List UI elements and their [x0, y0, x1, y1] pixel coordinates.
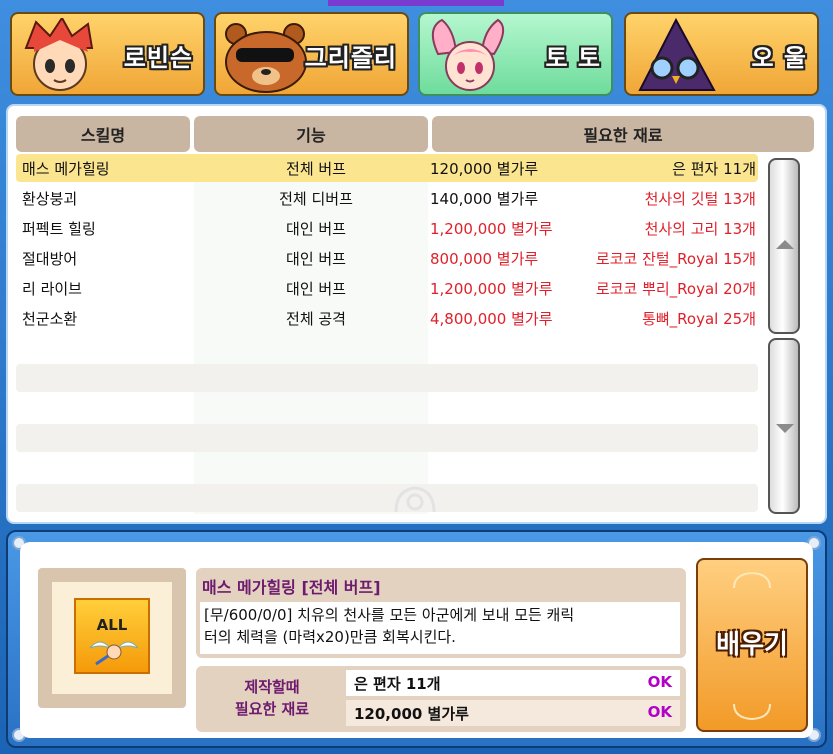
table-row[interactable]: 환상붕괴 전체 디버프 140,000 별가루 천사의 깃털 13개 [16, 184, 758, 212]
tab-toto[interactable]: 토 토 [418, 12, 613, 96]
toto-portrait-icon [431, 18, 505, 91]
tab-label: 토 토 [545, 44, 601, 72]
arrow-up-icon [776, 240, 794, 249]
ornament-icon [394, 486, 436, 513]
empty-row [16, 364, 758, 392]
learn-button[interactable]: 배우기 [696, 558, 808, 732]
requirement-row: 은 편자 11개 OK [346, 670, 680, 696]
skill-cost: 140,000 별가루 [430, 190, 539, 208]
skill-cost: 4,800,000 별가루 [430, 310, 553, 328]
skill-name: 천군소환 [22, 310, 78, 328]
table-row[interactable]: 천군소환 전체 공격 4,800,000 별가루 통뼈_Royal 25개 [16, 304, 758, 332]
skill-material: 로코코 잔털_Royal 15개 [595, 250, 756, 268]
skill-function: 대인 버프 [286, 220, 346, 238]
skill-icon-frame: ALL [38, 568, 186, 708]
requirement-name: 은 편자 11개 [354, 675, 441, 693]
owl-portrait-icon [638, 18, 716, 91]
skill-material: 천사의 고리 13개 [644, 220, 756, 238]
learn-button-label: 배우기 [716, 630, 788, 660]
tab-robinson[interactable]: 로빈슨 [10, 12, 205, 96]
table-row[interactable]: 퍼펙트 힐링 대인 버프 1,200,000 별가루 천사의 고리 13개 [16, 214, 758, 242]
requirements-label-line: 필요한 재료 [234, 700, 310, 718]
description-line: 터의 체력을 (마력x20)만큼 회복시킨다. [204, 628, 456, 646]
tab-label: 로빈슨 [123, 44, 193, 72]
skill-name: 절대방어 [22, 250, 78, 268]
scroll-up-button[interactable] [768, 158, 800, 334]
tab-label: 그리즐리 [304, 44, 397, 72]
requirements-box: 제작할때 필요한 재료 은 편자 11개 OK 120,000 별가루 OK [196, 666, 686, 732]
requirement-name: 120,000 별가루 [354, 705, 469, 723]
skill-cost: 1,200,000 별가루 [430, 280, 553, 298]
button-ornament-icon [733, 703, 771, 721]
skill-cost: 1,200,000 별가루 [430, 220, 553, 238]
requirements-label-line: 제작할때 [244, 678, 300, 696]
empty-row [16, 424, 758, 452]
empty-row [16, 484, 758, 512]
skill-icon-label: ALL [96, 616, 128, 634]
skill-function: 전체 공격 [286, 310, 346, 328]
angel-icon [89, 641, 139, 666]
table-row[interactable]: 절대방어 대인 버프 800,000 별가루 로코코 잔털_Royal 15개 [16, 244, 758, 272]
skill-material: 천사의 깃털 13개 [644, 190, 756, 208]
button-ornament-icon [733, 571, 771, 589]
skill-material: 은 편자 11개 [672, 160, 756, 178]
skill-icon: ALL [74, 598, 150, 674]
skill-detail-panel: ALL 매스 메가힐링 [전체 버프] [무/600/0/0] 치유의 천사를 … [6, 530, 827, 748]
scroll-down-button[interactable] [768, 338, 800, 514]
skill-cost: 800,000 별가루 [430, 250, 539, 268]
header-materials: 필요한 재료 [432, 116, 814, 152]
skill-list-panel: 스킬명 기능 필요한 재료 매스 메가힐링 전체 버프 120,000 별가루 … [6, 104, 827, 524]
requirement-status: OK [647, 703, 672, 721]
skill-material: 로코코 뿌리_Royal 20개 [595, 280, 756, 298]
skill-name: 퍼펙트 힐링 [22, 220, 96, 238]
skill-cost: 120,000 별가루 [430, 160, 539, 178]
skill-function: 대인 버프 [286, 280, 346, 298]
skill-description: [무/600/0/0] 치유의 천사를 모든 아군에게 보내 모든 캐릭 터의 … [200, 602, 680, 654]
grizzly-portrait-icon [225, 23, 307, 93]
skill-function: 대인 버프 [286, 250, 346, 268]
description-line: [무/600/0/0] 치유의 천사를 모든 아군에게 보내 모든 캐릭 [204, 606, 575, 624]
skill-name: 매스 메가힐링 [22, 160, 110, 178]
robinson-portrait-icon [24, 18, 94, 91]
header-function: 기능 [194, 116, 428, 152]
requirement-status: OK [647, 673, 672, 691]
detail-content: ALL 매스 메가힐링 [전체 버프] [무/600/0/0] 치유의 천사를 … [20, 542, 813, 738]
table-row[interactable]: 리 라이브 대인 버프 1,200,000 별가루 로코코 뿌리_Royal 2… [16, 274, 758, 302]
table-row[interactable]: 매스 메가힐링 전체 버프 120,000 별가루 은 편자 11개 [16, 154, 758, 182]
arrow-down-icon [776, 424, 794, 433]
tab-grizzly[interactable]: 그리즐리 [214, 12, 409, 96]
skill-function: 전체 버프 [286, 160, 346, 178]
skill-function: 전체 디버프 [279, 190, 353, 208]
skill-name: 리 라이브 [22, 280, 82, 298]
header-skill-name: 스킬명 [16, 116, 190, 152]
skill-name: 환상붕괴 [22, 190, 78, 208]
top-accent-bar [328, 0, 504, 6]
tab-owl[interactable]: 오 울 [624, 12, 819, 96]
skill-info-box: 매스 메가힐링 [전체 버프] [무/600/0/0] 치유의 천사를 모든 아… [196, 568, 686, 658]
tab-label: 오 울 [751, 44, 807, 72]
requirement-row: 120,000 별가루 OK [346, 700, 680, 726]
requirements-label: 제작할때 필요한 재료 [202, 676, 342, 720]
skill-title: 매스 메가힐링 [전체 버프] [202, 578, 381, 597]
skill-material: 통뼈_Royal 25개 [642, 310, 756, 328]
